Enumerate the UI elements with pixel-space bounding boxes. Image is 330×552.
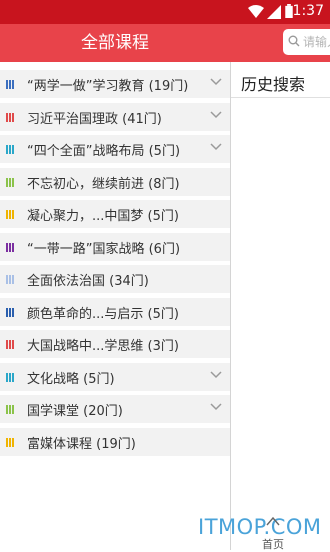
course-list-item[interactable]: 凝心聚力，...中国梦 (5门) [0,200,230,228]
course-list-item[interactable]: 颜色革命的...与启示 (5门) [0,297,230,326]
course-list-label: “一带一路”国家战略 (6门) [27,241,181,257]
course-list-label: 全面依法治国 (34门) [27,274,149,289]
history-divider [231,97,330,98]
books-icon [6,340,14,349]
course-list-item[interactable]: 习近平治国理政 (41门) [0,102,230,131]
course-list-item[interactable]: 大国战略中...学思维 (3门) [0,330,230,358]
books-icon [6,437,14,447]
course-list-item[interactable]: “一带一路”国家战略 (6门) [0,232,230,261]
search-placeholder: 请输入 [303,35,330,49]
search-icon [288,35,300,47]
chevron-down-icon[interactable] [210,403,222,411]
search-input[interactable]: 请输入 [283,29,330,55]
course-list-label: 不忘初心，继续前进 (8门) [27,176,180,192]
course-list-item[interactable]: “四个全面”战略布局 (5门) [0,135,230,163]
course-list-item[interactable]: “两学一做”学习教育 (19门) [0,70,230,98]
course-list-item[interactable]: 富媒体课程 (19门) [0,427,230,456]
course-list-label: 习近平治国理政 (41门) [27,111,162,127]
books-icon [6,405,14,414]
course-list-item[interactable]: 不忘初心，继续前进 (8门) [0,167,230,196]
course-list-label: “两学一做”学习教育 (19门) [27,79,189,94]
course-list-label: 富媒体课程 (19门) [27,436,136,452]
history-title: 历史搜索 [241,75,306,94]
course-list-label: 颜色革命的...与启示 (5门) [27,306,179,322]
course-list-item[interactable]: 国学课堂 (20门) [0,395,230,423]
books-icon [6,112,14,122]
books-icon [6,145,14,154]
course-list-label: 文化战略 (5门) [27,371,115,387]
chevron-down-icon[interactable] [210,110,222,119]
page-title: 全部课程 [0,24,230,62]
books-icon [6,177,14,187]
course-list-label: 大国战略中...学思维 (3门) [27,339,179,354]
course-list-label: 凝心聚力，...中国梦 (5门) [27,209,179,224]
chevron-down-icon[interactable] [210,370,222,379]
status-bar: 1:37 [0,0,330,24]
pane-divider [230,62,231,550]
course-list-label: “四个全面”战略布局 (5门) [27,144,181,159]
course-list-label: 国学课堂 (20门) [27,404,123,419]
chevron-down-icon[interactable] [210,143,222,151]
course-list-item[interactable]: 全面依法治国 (34门) [0,265,230,293]
books-icon [6,372,14,382]
books-icon [6,275,14,284]
chevron-down-icon[interactable] [210,78,222,86]
books-icon [6,242,14,252]
course-list-item[interactable]: 文化战略 (5门) [0,362,230,391]
books-icon [6,307,14,317]
signal-icon [267,5,281,19]
status-time: 1:37 [292,3,324,19]
wifi-icon [248,5,264,18]
books-icon [6,80,14,89]
books-icon [6,210,14,219]
home-icon [266,516,280,526]
